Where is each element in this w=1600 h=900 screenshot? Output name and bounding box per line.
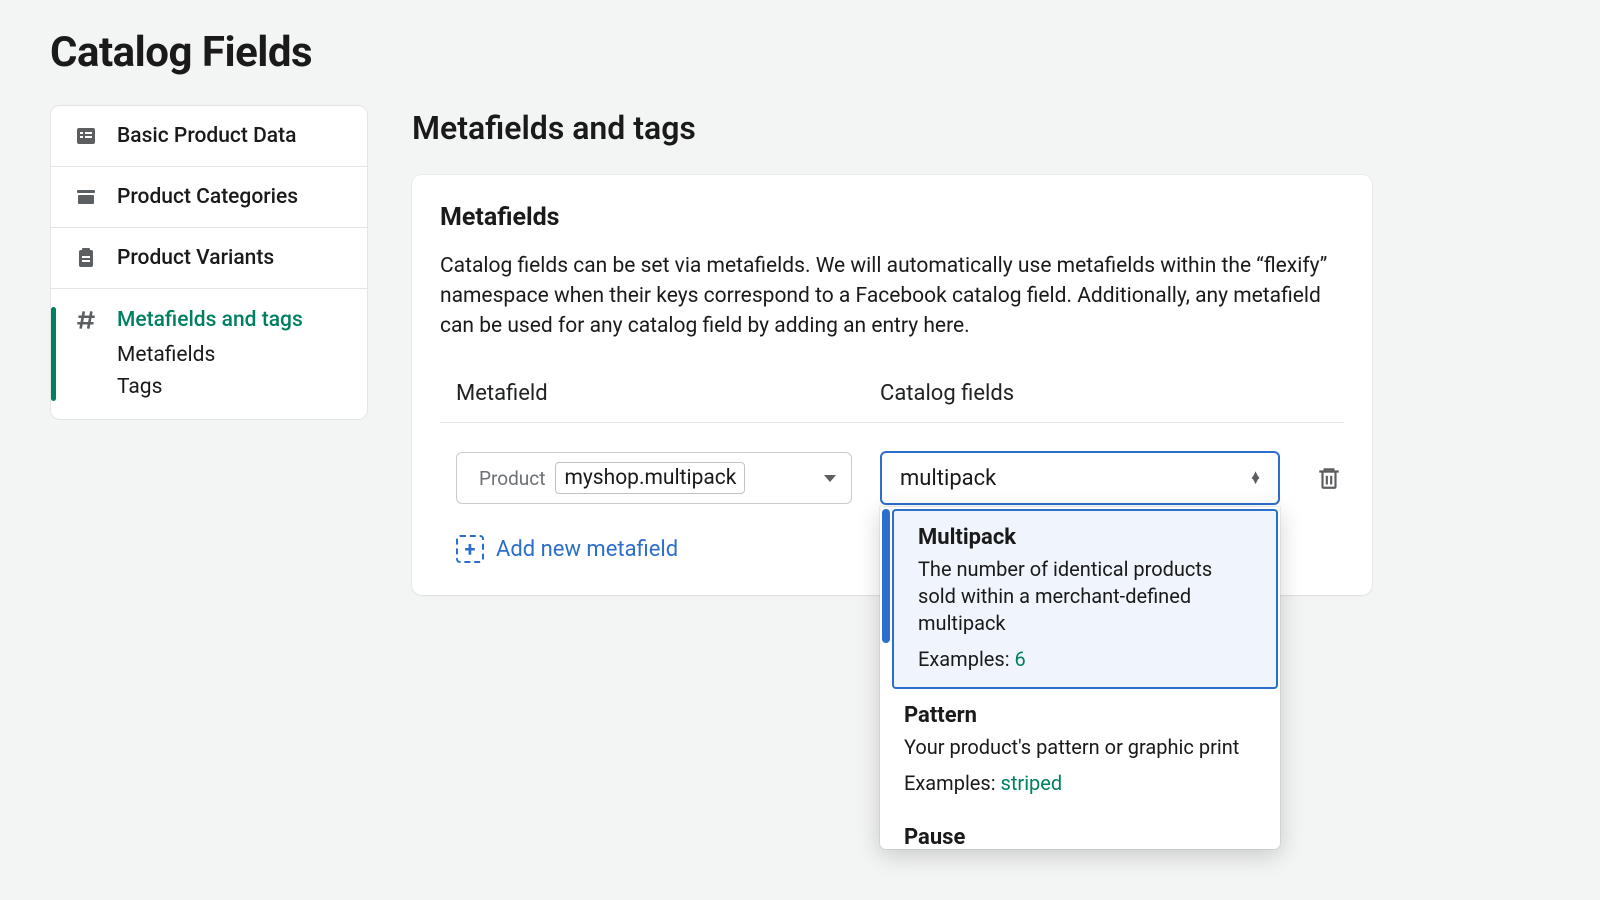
sidebar-item-label: Metafields and tags <box>117 308 303 332</box>
page-title: Catalog Fields <box>50 28 1550 77</box>
hash-icon <box>73 307 99 333</box>
sidebar-subitem-tags[interactable]: Tags <box>51 371 367 403</box>
sidebar-subitem-metafields[interactable]: Metafields <box>51 339 367 371</box>
dropdown-option-title: Pause <box>904 825 1258 849</box>
dropdown-option-title: Multipack <box>918 525 1254 550</box>
sort-icon: ▲▼ <box>1249 473 1262 485</box>
sidebar-item-label: Basic Product Data <box>117 124 296 148</box>
dropdown-option-description: The number of identical products sold wi… <box>918 556 1254 637</box>
dropdown-option-multipack[interactable]: Multipack The number of identical produc… <box>892 509 1278 689</box>
column-header-metafield: Metafield <box>456 381 852 406</box>
dropdown-option-description: Your product's pattern or graphic print <box>904 734 1258 761</box>
plus-dashed-icon: + <box>456 535 484 563</box>
add-metafield-label: Add new metafield <box>496 537 678 562</box>
list-icon <box>73 123 99 149</box>
table-header: Metafield Catalog fields <box>440 369 1344 423</box>
delete-row-button[interactable] <box>1308 460 1344 496</box>
table-row: Product myshop.multipack multipack ▲▼ <box>440 423 1344 505</box>
sidebar-item-product-variants[interactable]: Product Variants <box>51 228 367 289</box>
column-header-catalog-fields: Catalog fields <box>880 381 1328 406</box>
sidebar-item-product-categories[interactable]: Product Categories <box>51 167 367 228</box>
dropdown-option-example: Examples: 6 <box>918 647 1254 671</box>
dropdown-option-pattern[interactable]: Pattern Your product's pattern or graphi… <box>880 689 1280 811</box>
catalog-field-select[interactable]: multipack ▲▼ <box>880 451 1280 505</box>
clipboard-icon <box>73 245 99 271</box>
metafield-scope-label: Product <box>479 467 545 490</box>
catalog-field-value: multipack <box>900 466 996 491</box>
sidebar-item-basic-product-data[interactable]: Basic Product Data <box>51 106 367 167</box>
dropdown-option-title: Pattern <box>904 703 1258 728</box>
stack-icon <box>73 184 99 210</box>
scrollbar-thumb[interactable] <box>882 509 890 643</box>
chevron-down-icon <box>823 469 837 488</box>
card-description: Catalog fields can be set via metafields… <box>440 252 1344 341</box>
sidebar: Basic Product Data Product Categories Pr… <box>50 105 368 420</box>
metafield-select[interactable]: Product myshop.multipack <box>456 452 852 504</box>
catalog-field-dropdown: Multipack The number of identical produc… <box>880 507 1280 849</box>
dropdown-option-example: Examples: striped <box>904 771 1258 795</box>
card-heading: Metafields <box>440 203 1344 232</box>
metafield-key-chip: myshop.multipack <box>555 462 745 494</box>
sidebar-item-label: Product Variants <box>117 246 274 270</box>
dropdown-option-pause[interactable]: Pause <box>880 811 1280 849</box>
sidebar-item-metafields-and-tags[interactable]: Metafields and tags Metafields Tags <box>51 289 367 419</box>
metafields-card: Metafields Catalog fields can be set via… <box>412 175 1372 595</box>
sidebar-item-label: Product Categories <box>117 185 298 209</box>
section-title: Metafields and tags <box>412 109 1372 147</box>
